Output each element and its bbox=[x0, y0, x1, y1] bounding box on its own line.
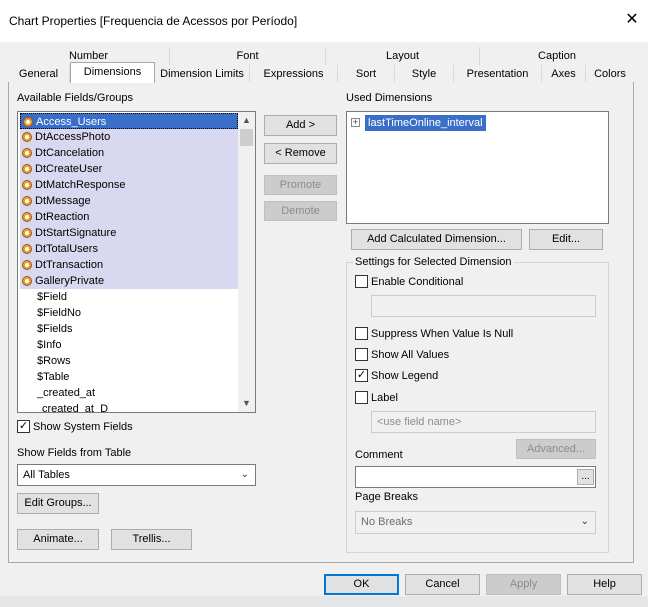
list-item[interactable]: created_at_D bbox=[20, 401, 238, 412]
demote-button[interactable]: Demote bbox=[264, 201, 337, 221]
list-item[interactable]: DtCreateUser bbox=[20, 161, 238, 177]
list-item[interactable]: _created_at bbox=[20, 385, 238, 401]
list-item[interactable]: DtStartSignature bbox=[20, 225, 238, 241]
add-calculated-dimension-button[interactable]: Add Calculated Dimension... bbox=[351, 229, 522, 250]
field-icon bbox=[22, 212, 32, 222]
field-icon bbox=[22, 132, 32, 142]
tab-font[interactable]: Font bbox=[170, 47, 326, 65]
suppress-null-label: Suppress When Value Is Null bbox=[371, 328, 514, 340]
tab-dimensions[interactable]: Dimensions bbox=[70, 62, 155, 83]
table-select[interactable]: All Tables ⌄ bbox=[17, 464, 256, 486]
page-breaks-label: Page Breaks bbox=[355, 491, 418, 503]
animate-button[interactable]: Animate... bbox=[17, 529, 99, 550]
available-fields-list[interactable]: Access_Users DtAccessPhoto DtCancelation… bbox=[17, 111, 256, 413]
field-icon bbox=[22, 148, 32, 158]
remove-button[interactable]: < Remove bbox=[264, 143, 337, 164]
suppress-null-checkbox[interactable] bbox=[355, 327, 368, 340]
field-icon bbox=[22, 164, 32, 174]
field-icon bbox=[22, 276, 32, 286]
close-icon[interactable]: ✕ bbox=[623, 10, 641, 30]
help-button[interactable]: Help bbox=[567, 574, 642, 595]
field-icon bbox=[23, 117, 33, 127]
field-icon bbox=[22, 228, 32, 238]
list-item[interactable]: DtMessage bbox=[20, 193, 238, 209]
page-breaks-select[interactable]: No Breaks ⌄ bbox=[355, 511, 596, 534]
list-item[interactable]: $Rows bbox=[20, 353, 238, 369]
label-label: Label bbox=[371, 392, 398, 404]
tab-axes[interactable]: Axes bbox=[542, 65, 586, 83]
trellis-button[interactable]: Trellis... bbox=[111, 529, 192, 550]
label-checkbox[interactable] bbox=[355, 391, 368, 404]
settings-group-legend: Settings for Selected Dimension bbox=[353, 256, 514, 268]
show-legend-label: Show Legend bbox=[371, 370, 439, 382]
list-item[interactable]: lastTimeOnline_interval bbox=[365, 115, 486, 131]
apply-button[interactable]: Apply bbox=[486, 574, 561, 595]
list-item[interactable]: Access_Users bbox=[20, 113, 238, 129]
background-strip bbox=[0, 596, 648, 607]
show-fields-from-table-label: Show Fields from Table bbox=[17, 447, 132, 459]
list-item[interactable]: $FieldNo bbox=[20, 305, 238, 321]
expander-icon[interactable]: + bbox=[351, 118, 360, 127]
show-all-values-checkbox[interactable] bbox=[355, 348, 368, 361]
scroll-thumb[interactable] bbox=[240, 129, 253, 146]
available-fields-label: Available Fields/Groups bbox=[17, 92, 133, 104]
scrollbar[interactable]: ▲ ▼ bbox=[238, 112, 255, 412]
tab-caption[interactable]: Caption bbox=[480, 47, 634, 65]
tab-dimension-limits[interactable]: Dimension Limits bbox=[155, 65, 250, 83]
field-icon bbox=[22, 244, 32, 254]
list-item[interactable]: DtCancelation bbox=[20, 145, 238, 161]
chevron-down-icon: ⌄ bbox=[240, 469, 249, 480]
tab-sort[interactable]: Sort bbox=[338, 65, 395, 83]
used-dimensions-list[interactable]: + lastTimeOnline_interval bbox=[346, 111, 609, 224]
edit-groups-button[interactable]: Edit Groups... bbox=[17, 493, 99, 514]
tab-layout[interactable]: Layout bbox=[326, 47, 480, 65]
window-title: Chart Properties [Frequencia de Acessos … bbox=[9, 14, 298, 28]
tab-general[interactable]: General bbox=[8, 65, 70, 83]
list-item[interactable]: DtTransaction bbox=[20, 257, 238, 273]
show-system-fields-label: Show System Fields bbox=[33, 421, 133, 433]
list-item[interactable]: $Field bbox=[20, 289, 238, 305]
promote-button[interactable]: Promote bbox=[264, 175, 337, 195]
list-item[interactable]: GalleryPrivate bbox=[20, 273, 238, 289]
tab-style[interactable]: Style bbox=[395, 65, 454, 83]
tab-presentation[interactable]: Presentation bbox=[454, 65, 542, 83]
enable-conditional-checkbox[interactable] bbox=[355, 275, 368, 288]
advanced-button[interactable]: Advanced... bbox=[516, 439, 596, 459]
scroll-up-icon[interactable]: ▲ bbox=[238, 112, 255, 129]
field-icon bbox=[22, 180, 32, 190]
comment-label: Comment bbox=[355, 449, 403, 461]
list-item[interactable]: $Fields bbox=[20, 321, 238, 337]
label-field[interactable]: <use field name> bbox=[371, 411, 596, 433]
cancel-button[interactable]: Cancel bbox=[405, 574, 480, 595]
comment-ellipsis-button[interactable]: ... bbox=[577, 469, 594, 485]
field-icon bbox=[22, 196, 32, 206]
chevron-down-icon: ⌄ bbox=[580, 516, 589, 527]
list-item[interactable]: DtAccessPhoto bbox=[20, 129, 238, 145]
show-legend-checkbox[interactable]: ✓ bbox=[355, 369, 368, 382]
comment-field[interactable] bbox=[355, 466, 596, 488]
add-button[interactable]: Add > bbox=[264, 115, 337, 136]
list-item[interactable]: DtTotalUsers bbox=[20, 241, 238, 257]
show-all-values-label: Show All Values bbox=[371, 349, 450, 361]
ok-button[interactable]: OK bbox=[324, 574, 399, 595]
tab-colors[interactable]: Colors bbox=[586, 65, 634, 83]
scroll-down-icon[interactable]: ▼ bbox=[238, 395, 255, 412]
list-item[interactable]: DtReaction bbox=[20, 209, 238, 225]
list-item[interactable]: $Table bbox=[20, 369, 238, 385]
used-dimensions-label: Used Dimensions bbox=[346, 92, 433, 104]
condition-field[interactable] bbox=[371, 295, 596, 317]
list-item[interactable]: DtMatchResponse bbox=[20, 177, 238, 193]
edit-button[interactable]: Edit... bbox=[529, 229, 603, 250]
show-system-fields-checkbox[interactable]: ✓ bbox=[17, 420, 30, 433]
tab-expressions[interactable]: Expressions bbox=[250, 65, 338, 83]
list-item[interactable]: $Info bbox=[20, 337, 238, 353]
field-icon bbox=[22, 260, 32, 270]
enable-conditional-label: Enable Conditional bbox=[371, 276, 464, 288]
